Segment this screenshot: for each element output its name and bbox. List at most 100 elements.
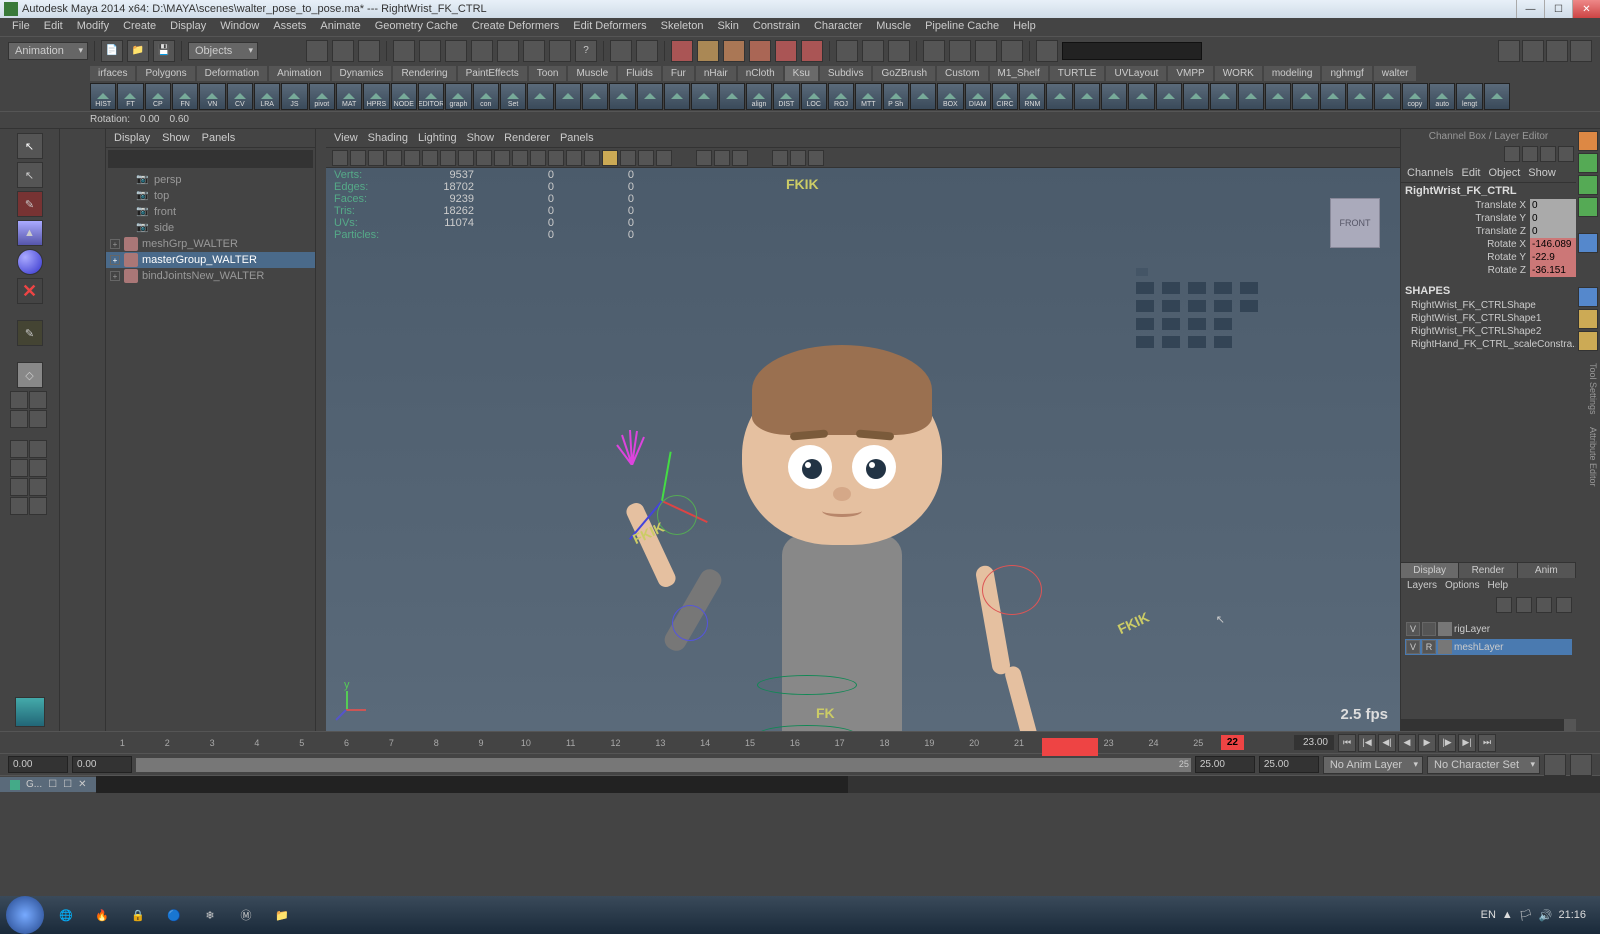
shoulder-ctrl[interactable] [982, 565, 1042, 615]
outliner-menu-item[interactable]: Display [114, 132, 150, 144]
layout-icon[interactable] [975, 40, 997, 62]
go-to-end-button[interactable]: ⏭ [1478, 734, 1496, 752]
menu-skin[interactable]: Skin [717, 20, 738, 34]
viewport-menu-item[interactable]: Panels [560, 132, 594, 144]
layout-icon[interactable] [836, 40, 858, 62]
menu-muscle[interactable]: Muscle [876, 20, 911, 34]
shelf-button[interactable]: MTT [855, 83, 881, 110]
vp-tool-icon[interactable] [512, 150, 528, 166]
ipr-icon[interactable] [636, 40, 658, 62]
current-frame-marker[interactable]: 22 [1221, 735, 1244, 750]
vp-tool-icon[interactable] [476, 150, 492, 166]
viewport-menu-item[interactable]: Show [467, 132, 495, 144]
shelf-button[interactable]: BOX [937, 83, 963, 110]
expand-icon[interactable]: + [110, 255, 120, 265]
shelf-tab-irfaces[interactable]: irfaces [90, 66, 135, 81]
shelf-button[interactable]: HPRS [363, 83, 389, 110]
shelf-button[interactable]: LRA [254, 83, 280, 110]
toggle-icon[interactable] [1546, 40, 1568, 62]
shelf-button[interactable]: DIAM [965, 83, 991, 110]
open-scene-icon[interactable]: 📁 [127, 40, 149, 62]
vp-tool-icon[interactable] [584, 150, 600, 166]
menu-constrain[interactable]: Constrain [753, 20, 800, 34]
attr-name[interactable]: Translate X [1401, 199, 1530, 212]
taskbar-icon[interactable]: 🔥 [88, 901, 116, 929]
attr-value[interactable]: 0 [1530, 199, 1576, 212]
autokey-icon[interactable] [1544, 754, 1566, 776]
toggle-icon[interactable] [1570, 40, 1592, 62]
layer-tab[interactable]: Anim [1518, 563, 1576, 578]
last-tool[interactable]: ◇ [17, 362, 43, 388]
sidebar-icon[interactable] [1578, 175, 1598, 195]
sidebar-icon[interactable] [1578, 233, 1598, 253]
shelf-tab-work[interactable]: WORK [1215, 66, 1262, 81]
shelf-button[interactable]: RNM [1019, 83, 1045, 110]
render-icon[interactable] [610, 40, 632, 62]
outliner-item[interactable]: +masterGroup_WALTER [106, 252, 315, 268]
move-tool[interactable]: ▲ [17, 220, 43, 246]
attr-name[interactable]: Rotate Z [1401, 264, 1530, 277]
shelf-tab-muscle[interactable]: Muscle [568, 66, 616, 81]
shelf-button[interactable]: Set [500, 83, 526, 110]
shelf-button[interactable] [691, 83, 717, 110]
vp-tool-icon[interactable] [404, 150, 420, 166]
layout-icon[interactable] [10, 440, 28, 458]
range-start-inner[interactable]: 0.00 [72, 756, 132, 773]
taskbar-icon[interactable]: 🔒 [124, 901, 152, 929]
shelf-button[interactable] [1156, 83, 1182, 110]
tool-icon[interactable] [749, 40, 771, 62]
shelf-button[interactable]: FT [117, 83, 143, 110]
attribute-editor-tab[interactable]: Attribute Editor [1578, 427, 1598, 487]
shelf-button[interactable] [555, 83, 581, 110]
cb-menu-item[interactable]: Edit [1461, 167, 1480, 179]
menu-geometry-cache[interactable]: Geometry Cache [375, 20, 458, 34]
shelf-button[interactable] [719, 83, 745, 110]
menu-window[interactable]: Window [220, 20, 259, 34]
sidebar-icon[interactable] [1578, 331, 1598, 351]
tray-icon[interactable]: 🔊 [1539, 909, 1553, 922]
play-forward-button[interactable]: ▶ [1418, 734, 1436, 752]
layout-icon[interactable] [10, 478, 28, 496]
snap-icon[interactable] [306, 40, 328, 62]
sidebar-icon[interactable] [1578, 153, 1598, 173]
shelf-tab-nghmgf[interactable]: nghmgf [1322, 66, 1371, 81]
snap-icon[interactable] [358, 40, 380, 62]
maya-home-icon[interactable] [15, 697, 45, 727]
attr-value[interactable]: -146.089 [1530, 238, 1576, 251]
shelf-tab-custom[interactable]: Custom [937, 66, 987, 81]
current-time-marker[interactable] [1042, 738, 1098, 756]
shelf-tab-m1_shelf[interactable]: M1_Shelf [990, 66, 1048, 81]
layout-icon[interactable] [29, 410, 47, 428]
expand-icon[interactable]: + [110, 239, 120, 249]
cb-menu-item[interactable]: Show [1528, 167, 1556, 179]
close-button[interactable]: ✕ [1572, 0, 1600, 18]
selected-object-name[interactable]: RightWrist_FK_CTRL [1401, 183, 1576, 199]
menu-modify[interactable]: Modify [77, 20, 109, 34]
menu-create-deformers[interactable]: Create Deformers [472, 20, 559, 34]
clock[interactable]: 21:16 [1558, 909, 1586, 921]
shelf-tab-vmpp[interactable]: VMPP [1168, 66, 1212, 81]
vp-tool-icon[interactable] [440, 150, 456, 166]
vp-tool-icon[interactable] [732, 150, 748, 166]
cb-menu-item[interactable]: Channels [1407, 167, 1453, 179]
layer-color[interactable] [1438, 640, 1452, 654]
shelf-tab-walter[interactable]: walter [1374, 66, 1417, 81]
vp-tool-icon[interactable] [494, 150, 510, 166]
range-track[interactable]: 0 25 [136, 758, 1191, 772]
vp-tool-icon[interactable] [772, 150, 788, 166]
tool-icon[interactable] [801, 40, 823, 62]
shelf-tab-ncloth[interactable]: nCloth [738, 66, 783, 81]
layer-row[interactable]: VRmeshLayer [1405, 639, 1572, 655]
layout-icon[interactable] [29, 459, 47, 477]
anim-layer-dropdown[interactable]: No Anim Layer [1323, 756, 1423, 774]
language-indicator[interactable]: EN [1481, 909, 1496, 921]
cb-icon[interactable] [1522, 146, 1538, 162]
menu-display[interactable]: Display [170, 20, 206, 34]
outliner-item[interactable]: +bindJointsNew_WALTER [106, 268, 315, 284]
taskbar-explorer-icon[interactable]: 📁 [268, 901, 296, 929]
tool-icon[interactable] [523, 40, 545, 62]
shelf-tab-rendering[interactable]: Rendering [393, 66, 455, 81]
sidebar-icon[interactable] [1578, 131, 1598, 151]
shelf-button[interactable]: P Sh [883, 83, 909, 110]
vp-tool-icon[interactable] [696, 150, 712, 166]
